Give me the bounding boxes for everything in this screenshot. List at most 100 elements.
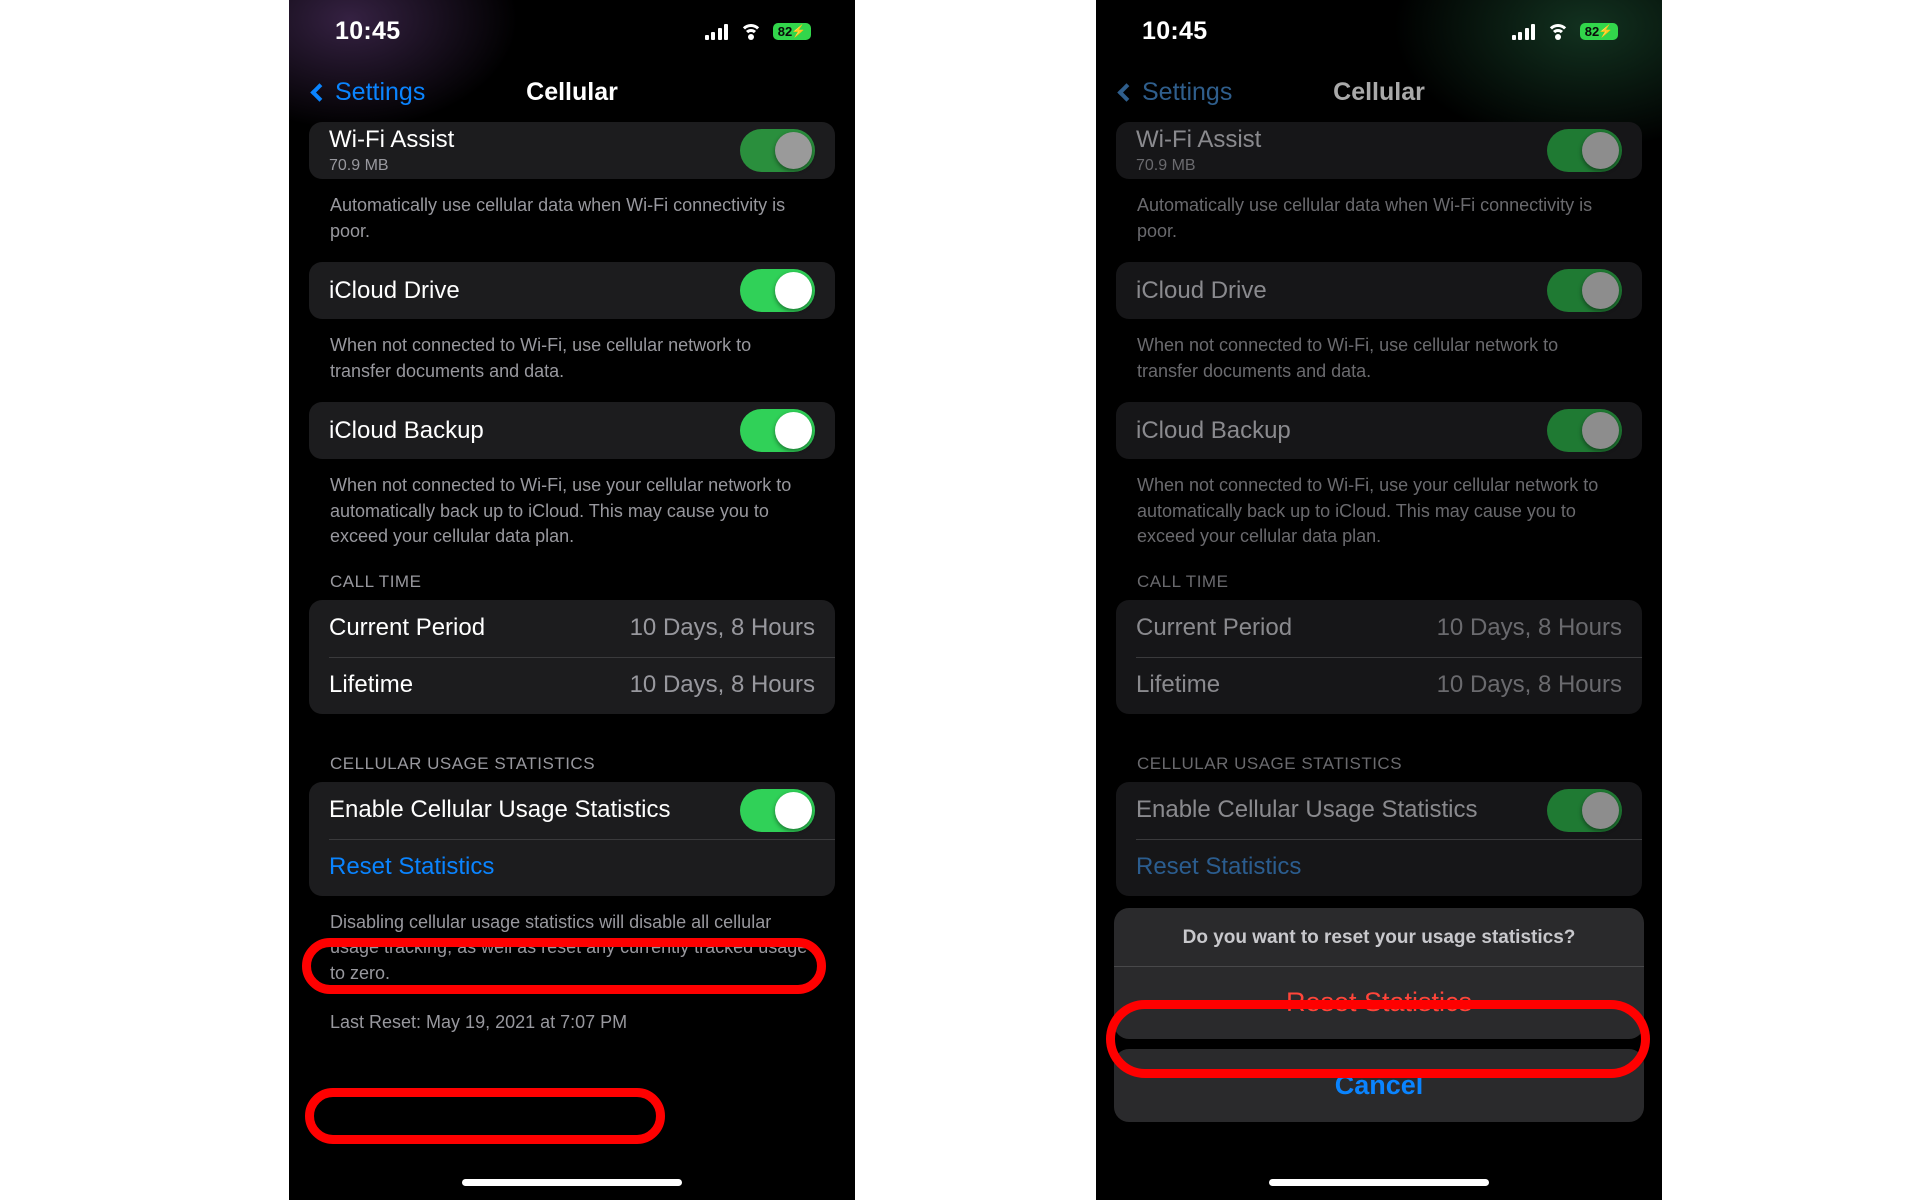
status-bar-time: 10:45 <box>335 16 401 45</box>
back-button[interactable]: Settings <box>1116 78 1232 107</box>
action-sheet-reset-statistics-button[interactable]: Reset Statistics <box>1114 966 1644 1039</box>
row-current-period-label: Current Period <box>329 614 486 642</box>
toggle-enable-usage-stats[interactable] <box>740 788 815 832</box>
battery-level-text: 82 <box>777 23 793 39</box>
status-bar-icons: 82 ⚡ <box>1511 22 1618 40</box>
row-lifetime: Lifetime 10 Days, 8 Hours <box>1116 656 1642 714</box>
home-indicator <box>462 1179 682 1186</box>
row-current-period: Current Period 10 Days, 8 Hours <box>309 600 835 657</box>
phone-screenshot-right: 10:45 82 ⚡ Settings Cellular Wi-Fi Assis… <box>1096 0 1662 1200</box>
status-bar-icons: 82 ⚡ <box>704 22 811 40</box>
action-sheet-title: Do you want to reset your usage statisti… <box>1182 927 1576 948</box>
home-indicator <box>1269 1179 1489 1186</box>
row-current-period-label: Current Period <box>1136 614 1293 642</box>
row-icloud-backup[interactable]: iCloud Backup <box>309 402 835 459</box>
call-time-group: Current Period 10 Days, 8 Hours Lifetime… <box>1116 599 1642 714</box>
row-wifi-assist: Wi-Fi Assist 70.9 MB <box>1116 122 1642 179</box>
cellular-signal-icon <box>704 23 728 40</box>
usage-stats-header: CELLULAR USAGE STATISTICS <box>1137 753 1403 773</box>
last-reset-text: Last Reset: May 19, 2021 at 7:07 PM <box>330 1012 628 1033</box>
row-enable-usage-stats: Enable Cellular Usage Statistics <box>1116 782 1642 839</box>
row-enable-usage-stats-label: Enable Cellular Usage Statistics <box>1136 796 1478 824</box>
row-lifetime-value: 10 Days, 8 Hours <box>629 671 815 699</box>
back-button[interactable]: Settings <box>309 78 425 107</box>
row-icloud-drive: iCloud Drive <box>1116 262 1642 319</box>
chevron-left-icon <box>1117 82 1136 102</box>
icloud-backup-footnote: When not connected to Wi-Fi, use your ce… <box>1137 475 1599 547</box>
toggle-icloud-backup <box>1547 409 1622 453</box>
battery-charging-icon: ⚡ <box>1598 24 1614 38</box>
settings-list: Wi-Fi Assist 70.9 MB Automatically use c… <box>1096 122 1662 896</box>
usage-stats-group: Enable Cellular Usage Statistics Reset S… <box>309 781 835 896</box>
wifi-icon <box>739 23 762 40</box>
action-sheet-main: Do you want to reset your usage statisti… <box>1114 908 1644 1039</box>
usage-stats-header: CELLULAR USAGE STATISTICS <box>330 753 596 773</box>
ios-settings-screen: 10:45 82 ⚡ Settings Cellular Wi-Fi Assis… <box>289 0 855 1200</box>
battery-icon: 82 ⚡ <box>773 22 811 40</box>
status-bar: 10:45 82 ⚡ <box>1096 0 1662 62</box>
chevron-left-icon <box>310 82 329 102</box>
row-current-period-value: 10 Days, 8 Hours <box>629 614 815 642</box>
icloud-backup-group: iCloud Backup <box>1116 402 1642 460</box>
row-wifi-assist-label: Wi-Fi Assist <box>1136 126 1262 153</box>
navigation-bar: Settings Cellular <box>289 62 855 122</box>
icloud-drive-footnote: When not connected to Wi-Fi, use cellula… <box>330 335 752 381</box>
status-bar: 10:45 82 ⚡ <box>289 0 855 62</box>
wifi-assist-group: Wi-Fi Assist 70.9 MB <box>1116 122 1642 179</box>
row-reset-statistics: Reset Statistics <box>1116 838 1642 896</box>
battery-charging-icon: ⚡ <box>791 24 807 38</box>
reset-statistics-label: Reset Statistics <box>1136 853 1302 881</box>
icloud-drive-group: iCloud Drive <box>1116 262 1642 320</box>
annotation-oval-last-reset <box>305 1088 665 1144</box>
icloud-backup-group: iCloud Backup <box>309 402 835 460</box>
row-icloud-backup-label: iCloud Backup <box>1136 416 1291 444</box>
row-icloud-drive[interactable]: iCloud Drive <box>309 262 835 319</box>
toggle-wifi-assist[interactable] <box>740 129 815 172</box>
row-current-period: Current Period 10 Days, 8 Hours <box>1116 600 1642 657</box>
toggle-icloud-drive[interactable] <box>740 269 815 313</box>
ios-settings-screen-with-sheet: 10:45 82 ⚡ Settings Cellular Wi-Fi Assis… <box>1096 0 1662 1200</box>
row-wifi-assist-usage: 70.9 MB <box>329 157 389 174</box>
wifi-assist-footnote: Automatically use cellular data when Wi-… <box>1137 195 1593 241</box>
action-sheet-cancel-button[interactable]: Cancel <box>1114 1049 1644 1122</box>
wifi-assist-group: Wi-Fi Assist 70.9 MB <box>309 122 835 179</box>
back-button-label: Settings <box>1142 77 1233 106</box>
row-icloud-backup: iCloud Backup <box>1116 402 1642 459</box>
row-current-period-value: 10 Days, 8 Hours <box>1436 614 1622 642</box>
row-lifetime-label: Lifetime <box>1136 671 1221 699</box>
row-icloud-drive-label: iCloud Drive <box>1136 276 1267 304</box>
wifi-assist-footnote: Automatically use cellular data when Wi-… <box>330 195 786 241</box>
wifi-icon <box>1546 23 1569 40</box>
toggle-icloud-drive <box>1547 269 1622 313</box>
reset-statistics-label: Reset Statistics <box>329 853 495 881</box>
battery-icon: 82 ⚡ <box>1580 22 1618 40</box>
toggle-enable-usage-stats <box>1547 788 1622 832</box>
row-lifetime-label: Lifetime <box>329 671 414 699</box>
row-enable-usage-stats-label: Enable Cellular Usage Statistics <box>329 796 671 824</box>
toggle-icloud-backup[interactable] <box>740 409 815 453</box>
cellular-signal-icon <box>1511 23 1535 40</box>
settings-list: Wi-Fi Assist 70.9 MB Automatically use c… <box>289 122 855 1036</box>
row-icloud-drive-label: iCloud Drive <box>329 276 460 304</box>
toggle-wifi-assist <box>1547 129 1622 172</box>
usage-stats-group: Enable Cellular Usage Statistics Reset S… <box>1116 781 1642 896</box>
row-reset-statistics[interactable]: Reset Statistics <box>309 838 835 896</box>
row-wifi-assist-usage: 70.9 MB <box>1136 157 1196 174</box>
row-wifi-assist-label: Wi-Fi Assist <box>329 126 455 153</box>
screenshot-stage: 10:45 82 ⚡ Settings Cellular Wi-Fi Assis… <box>0 0 1920 1200</box>
back-button-label: Settings <box>335 77 426 106</box>
phone-screenshot-left: 10:45 82 ⚡ Settings Cellular Wi-Fi Assis… <box>289 0 855 1200</box>
status-bar-time: 10:45 <box>1142 16 1208 45</box>
row-enable-usage-stats[interactable]: Enable Cellular Usage Statistics <box>309 782 835 839</box>
icloud-drive-footnote: When not connected to Wi-Fi, use cellula… <box>1137 335 1559 381</box>
battery-level-text: 82 <box>1584 23 1600 39</box>
icloud-drive-group: iCloud Drive <box>309 262 835 320</box>
reset-footnote: Disabling cellular usage statistics will… <box>330 911 808 983</box>
row-lifetime: Lifetime 10 Days, 8 Hours <box>309 656 835 714</box>
row-wifi-assist[interactable]: Wi-Fi Assist 70.9 MB <box>309 122 835 179</box>
icloud-backup-footnote: When not connected to Wi-Fi, use your ce… <box>330 475 792 547</box>
navigation-bar: Settings Cellular <box>1096 62 1662 122</box>
call-time-group: Current Period 10 Days, 8 Hours Lifetime… <box>309 599 835 714</box>
action-sheet: Do you want to reset your usage statisti… <box>1114 908 1644 1122</box>
row-lifetime-value: 10 Days, 8 Hours <box>1436 671 1622 699</box>
